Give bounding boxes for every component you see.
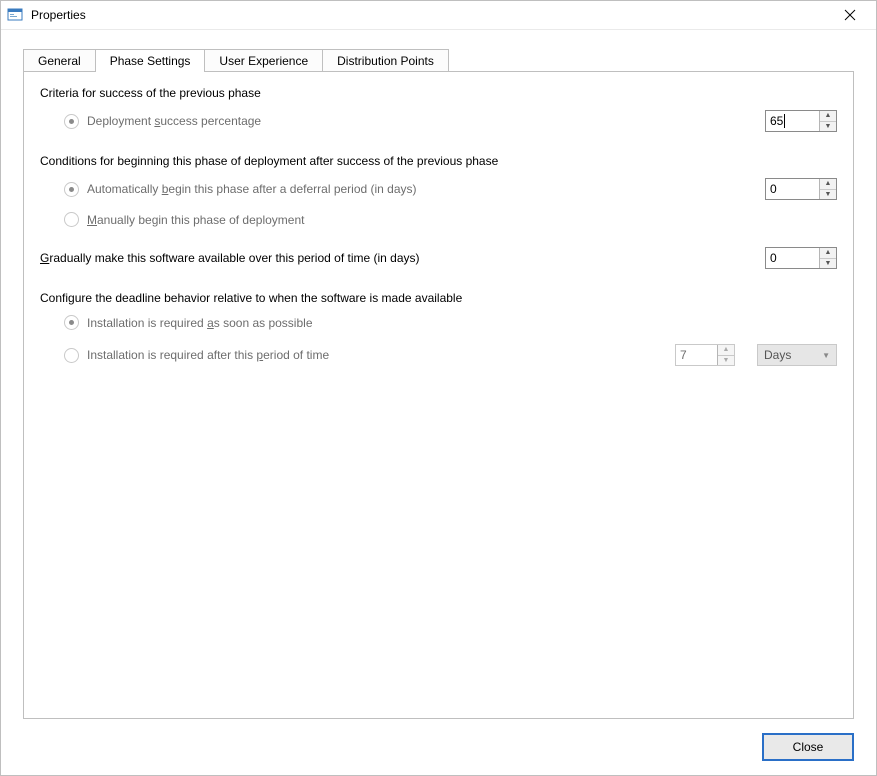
auto-begin-label: Automatically begin this phase after a d… (87, 182, 417, 196)
phase-settings-panel: Criteria for success of the previous pha… (23, 71, 854, 719)
close-button[interactable]: Close (762, 733, 854, 761)
spinner-up-icon[interactable]: ▲ (820, 179, 836, 190)
install-after-row: Installation is required after this peri… (40, 344, 837, 366)
conditions-heading: Conditions for beginning this phase of d… (40, 154, 837, 168)
gradual-value[interactable]: 0 (766, 248, 819, 268)
install-asap-label: Installation is required as soon as poss… (87, 316, 313, 330)
tab-phase-settings[interactable]: Phase Settings (96, 49, 206, 72)
titlebar: Properties (1, 1, 876, 30)
install-asap-radio (64, 315, 79, 330)
criteria-heading: Criteria for success of the previous pha… (40, 86, 837, 100)
spinner-down-icon[interactable]: ▼ (820, 190, 836, 200)
close-icon (844, 9, 856, 21)
spinner-up-icon: ▲ (718, 345, 734, 356)
deadline-heading: Configure the deadline behavior relative… (40, 291, 837, 305)
install-after-radio (64, 348, 79, 363)
install-after-spinner: 7 ▲ ▼ (675, 344, 735, 366)
deployment-success-spinner[interactable]: 65 ▲ ▼ (765, 110, 837, 132)
window-close-button[interactable] (830, 2, 870, 28)
spinner-down-icon: ▼ (718, 356, 734, 366)
manual-begin-label: Manually begin this phase of deployment (87, 213, 304, 227)
deployment-success-value[interactable]: 65 (766, 111, 819, 131)
tabstrip: General Phase Settings User Experience D… (1, 30, 876, 71)
install-after-label: Installation is required after this peri… (87, 348, 329, 362)
manual-begin-row: Manually begin this phase of deployment (40, 212, 837, 227)
deployment-success-row: Deployment success percentage 65 ▲ ▼ (40, 110, 837, 132)
spinner-down-icon[interactable]: ▼ (820, 259, 836, 269)
install-after-unit-combo: Days ▼ (757, 344, 837, 366)
auto-begin-row: Automatically begin this phase after a d… (40, 178, 837, 200)
install-after-value: 7 (676, 345, 717, 365)
window-title: Properties (31, 8, 830, 22)
tab-general[interactable]: General (23, 49, 96, 72)
deployment-success-radio (64, 114, 79, 129)
auto-begin-value[interactable]: 0 (766, 179, 819, 199)
install-asap-row: Installation is required as soon as poss… (40, 315, 837, 330)
spinner-up-icon[interactable]: ▲ (820, 248, 836, 259)
auto-begin-spinner[interactable]: 0 ▲ ▼ (765, 178, 837, 200)
dialog-footer: Close (1, 719, 876, 775)
chevron-down-icon: ▼ (822, 351, 830, 360)
auto-begin-radio (64, 182, 79, 197)
install-after-unit-value: Days (764, 348, 822, 362)
gradual-label: Gradually make this software available o… (40, 251, 420, 265)
tab-user-experience[interactable]: User Experience (205, 49, 323, 72)
spinner-up-icon[interactable]: ▲ (820, 111, 836, 122)
gradual-row: Gradually make this software available o… (40, 247, 837, 269)
manual-begin-radio (64, 212, 79, 227)
app-icon (7, 7, 23, 23)
properties-window: Properties General Phase Settings User E… (0, 0, 877, 776)
tab-distribution-points[interactable]: Distribution Points (323, 49, 449, 72)
spinner-down-icon[interactable]: ▼ (820, 122, 836, 132)
gradual-spinner[interactable]: 0 ▲ ▼ (765, 247, 837, 269)
deployment-success-label: Deployment success percentage (87, 114, 261, 128)
